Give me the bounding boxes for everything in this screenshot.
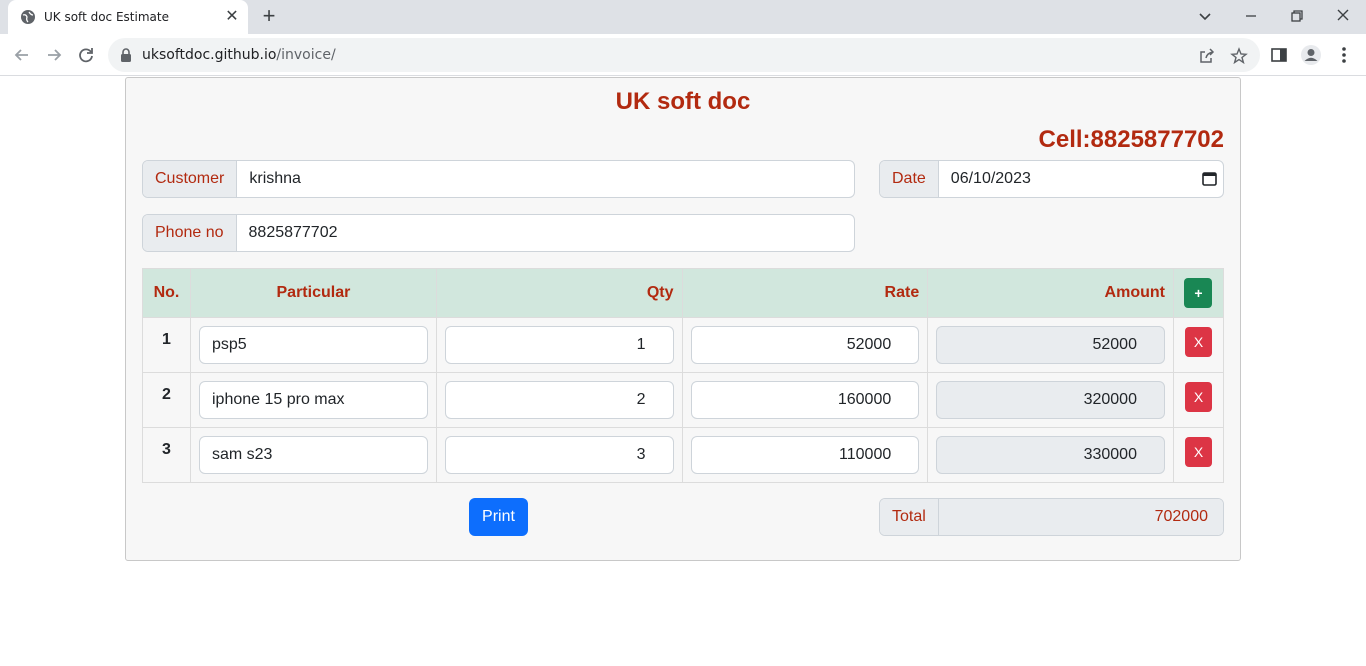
rate-input[interactable]: 110000	[690, 436, 920, 474]
qty-input[interactable]: 3	[444, 436, 674, 474]
back-arrow-icon[interactable]	[11, 44, 33, 66]
delete-row-button[interactable]: X	[1184, 437, 1212, 467]
customer-group: Customer krishna	[142, 160, 855, 198]
date-label: Date	[880, 161, 939, 197]
date-group: Date 06/10/2023	[879, 160, 1224, 198]
particular-input[interactable]: psp5	[198, 326, 428, 364]
rate-input[interactable]: 160000	[690, 381, 920, 419]
tab-title: UK soft doc Estimate	[44, 10, 169, 24]
amount-field: 52000	[936, 326, 1165, 364]
close-tab-icon[interactable]: ✕	[224, 9, 240, 25]
row-number: 2	[142, 372, 191, 428]
table-row: 1 psp5 1 52000 52000 X	[142, 317, 1225, 373]
particular-input[interactable]: sam s23	[198, 436, 428, 474]
col-header-particular: Particular	[189, 268, 437, 318]
browser-tab[interactable]: UK soft doc Estimate ✕	[8, 0, 248, 34]
table-row: 3 sam s23 3 110000 330000 X	[142, 427, 1225, 483]
globe-icon	[21, 10, 35, 24]
total-group: Total 702000	[879, 498, 1224, 536]
add-row-cell: +	[1172, 268, 1225, 318]
total-label: Total	[880, 499, 939, 535]
bookmark-star-icon[interactable]	[1230, 47, 1248, 65]
profile-avatar-icon[interactable]	[1300, 44, 1322, 66]
customer-input[interactable]: krishna	[237, 161, 854, 197]
tab-search-chevron-icon[interactable]	[1193, 5, 1217, 27]
row-number: 1	[142, 317, 191, 373]
new-tab-icon[interactable]: +	[258, 5, 280, 28]
phone-label: Phone no	[143, 215, 237, 251]
customer-label: Customer	[143, 161, 238, 197]
calendar-icon[interactable]	[1201, 161, 1223, 197]
url-text: uksoftdoc.github.io/invoice/	[142, 47, 336, 63]
delete-row-button[interactable]: X	[1184, 382, 1212, 412]
lock-icon[interactable]	[120, 48, 132, 62]
row-number: 3	[142, 427, 191, 483]
print-button[interactable]: Print	[469, 498, 528, 536]
col-header-amount: Amount	[927, 268, 1174, 318]
particular-input[interactable]: iphone 15 pro max	[198, 381, 428, 419]
more-menu-icon[interactable]	[1333, 44, 1355, 66]
browser-toolbar: uksoftdoc.github.io/invoice/	[0, 34, 1366, 76]
table-header-row: No. Particular Qty Rate Amount +	[142, 268, 1225, 318]
total-value: 702000	[938, 499, 1223, 535]
minimize-icon[interactable]	[1239, 5, 1263, 27]
browser-tab-strip: UK soft doc Estimate ✕ +	[0, 0, 1366, 34]
rate-input[interactable]: 52000	[690, 326, 920, 364]
qty-input[interactable]: 2	[444, 381, 674, 419]
phone-group: Phone no 8825877702	[142, 214, 855, 252]
items-table: No. Particular Qty Rate Amount + 1 psp5 …	[142, 268, 1225, 483]
reload-icon[interactable]	[75, 44, 97, 66]
add-row-button[interactable]: +	[1184, 278, 1213, 308]
phone-input[interactable]: 8825877702	[237, 215, 854, 251]
table-row: 2 iphone 15 pro max 2 160000 320000 X	[142, 372, 1225, 428]
invoice-card: UK soft doc Cell:8825877702 Customer kri…	[125, 77, 1241, 561]
restore-icon[interactable]	[1285, 5, 1309, 27]
col-header-rate: Rate	[681, 268, 929, 318]
date-input[interactable]: 06/10/2023	[939, 161, 1201, 197]
amount-field: 330000	[936, 436, 1165, 474]
cell-number: Cell:8825877702	[1038, 126, 1224, 153]
col-header-qty: Qty	[435, 268, 683, 318]
side-panel-icon[interactable]	[1268, 44, 1290, 66]
share-icon[interactable]	[1198, 47, 1216, 65]
close-window-icon[interactable]	[1331, 5, 1355, 27]
col-header-no: No.	[142, 268, 191, 318]
amount-field: 320000	[936, 381, 1165, 419]
qty-input[interactable]: 1	[444, 326, 674, 364]
forward-arrow-icon[interactable]	[43, 44, 65, 66]
address-bar[interactable]: uksoftdoc.github.io/invoice/	[108, 38, 1260, 72]
brand-title: UK soft doc	[615, 88, 751, 115]
delete-row-button[interactable]: X	[1184, 327, 1212, 357]
